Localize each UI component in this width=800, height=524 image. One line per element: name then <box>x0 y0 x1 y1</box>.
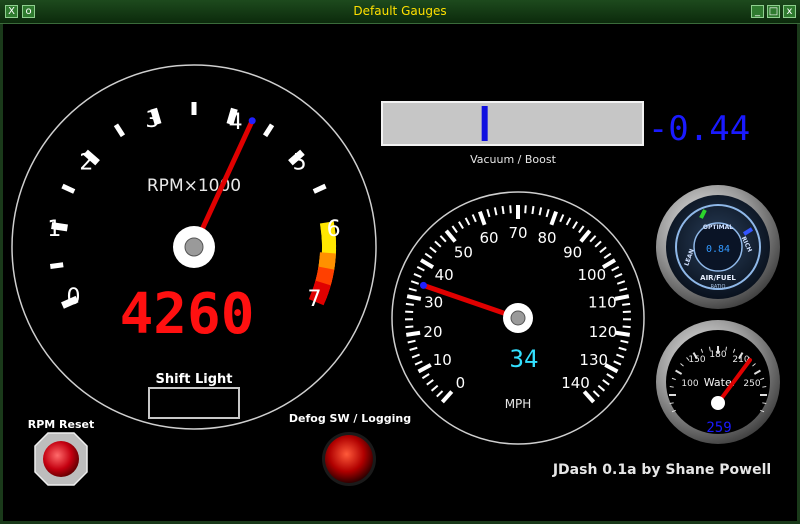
airfuel-title-label: AIR/FUEL <box>700 274 736 282</box>
tach-needle-tip <box>248 117 256 125</box>
app-credit: JDash 0.1a by Shane Powell <box>552 462 771 478</box>
speedo-tick <box>405 302 414 306</box>
water-tick-180: 180 <box>709 350 726 360</box>
speedo-unit-label: MPH <box>505 397 532 411</box>
speedo-digital-readout: 34 <box>510 345 539 373</box>
tach-scale-label: 4 <box>229 110 243 135</box>
speedo-needle-tip <box>419 281 427 289</box>
speedo-scale-label: 20 <box>423 323 442 341</box>
vacuum-boost-bar <box>381 101 644 146</box>
speedo-tick <box>405 330 421 337</box>
speedo-tick <box>614 294 630 301</box>
tach-digital-readout: 4260 <box>120 282 255 347</box>
rpm-reset-label: RPM Reset <box>28 418 95 431</box>
tach-scale-label: 6 <box>327 217 341 242</box>
tach-scale-label: 1 <box>47 217 61 242</box>
speedo-scale-label: 110 <box>588 293 617 311</box>
airfuel-optimal-label: OPTIMAL <box>703 224 733 231</box>
speedo-scale-label: 140 <box>561 374 590 392</box>
tach-scale-label: 0 <box>66 285 80 310</box>
speedo-tick <box>622 325 631 329</box>
water-tick-100: 100 <box>681 379 698 389</box>
gauge-panel: 0123 4567 RPM×1000 4260 Shift Light Vacuu… <box>11 64 780 486</box>
airfuel-digital-readout: 0.84 <box>706 244 730 255</box>
speedo-tick <box>524 205 527 214</box>
speedo-scale-label: 60 <box>479 229 498 247</box>
tach-scale-label: 5 <box>293 150 307 175</box>
speedo-scale-label: 40 <box>435 266 454 284</box>
defog-logging-button[interactable] <box>322 432 376 486</box>
tach-scale-label: 3 <box>145 108 159 133</box>
water-hub <box>711 396 725 410</box>
rpm-reset-button-cap[interactable] <box>43 441 79 477</box>
water-tick <box>762 385 767 388</box>
water-tick-150: 150 <box>688 355 705 365</box>
tach-hub-center <box>184 237 204 257</box>
water-tick <box>669 385 674 388</box>
speedo-scale-label: 90 <box>563 244 582 262</box>
water-tick-250: 250 <box>743 379 760 389</box>
speedo-scale-label: 80 <box>537 229 556 247</box>
speedo-tick <box>622 302 631 306</box>
speedo-tick <box>501 205 505 215</box>
speedo-scale-label: 0 <box>456 374 466 392</box>
water-digital-readout: 259 <box>706 420 731 436</box>
vacuum-boost-label: Vacuum / Boost <box>470 153 557 166</box>
speedo-scale-label: 70 <box>508 224 527 242</box>
tach-scale-label: 2 <box>79 150 93 175</box>
speedo-tick <box>509 205 512 214</box>
rpm-reset-button[interactable] <box>34 432 88 486</box>
speedo-hub-center <box>510 310 526 326</box>
water-tick <box>669 402 674 405</box>
shift-light-label: Shift Light <box>156 372 233 387</box>
water-tick <box>762 402 767 405</box>
speedo-scale-label: 130 <box>579 351 608 369</box>
speedo-tick <box>615 330 631 337</box>
speedo-scale-label: 50 <box>454 244 473 262</box>
speedo-scale-label: 10 <box>433 351 452 369</box>
vacuum-boost-marker <box>481 106 488 141</box>
speedo-tick <box>531 205 535 215</box>
vacuum-boost-readout: -0.44 <box>648 109 750 149</box>
speedo-scale-label: 120 <box>589 323 618 341</box>
tach-scale-label: 7 <box>308 287 322 312</box>
speedo-scale-label: 30 <box>424 293 443 311</box>
defog-logging-label: Defog SW / Logging <box>289 412 411 425</box>
speedo-tick <box>405 325 414 329</box>
airfuel-ratio-label: RATIO <box>711 284 726 290</box>
shift-light-indicator <box>148 387 240 419</box>
tach-tick <box>49 262 64 269</box>
speedo-scale-label: 100 <box>578 266 607 284</box>
defog-logging-button-lens[interactable] <box>325 435 373 483</box>
speedo-tick <box>406 294 422 301</box>
